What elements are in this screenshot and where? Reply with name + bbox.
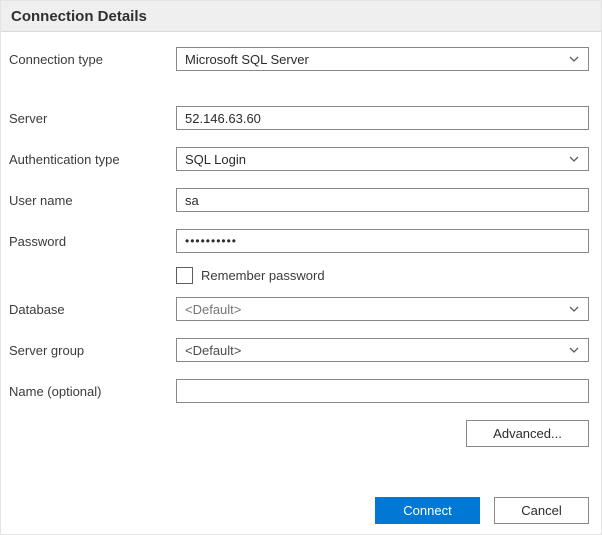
- name-optional-input[interactable]: [176, 379, 589, 403]
- server-group-dropdown[interactable]: <Default>: [176, 338, 589, 362]
- password-label: Password: [9, 233, 67, 249]
- row-name-optional: Name (optional): [9, 379, 589, 403]
- row-server-group: Server group <Default>: [9, 338, 589, 362]
- chevron-down-icon: [568, 303, 580, 315]
- dialog-footer: Connect Cancel: [375, 497, 589, 524]
- user-name-input[interactable]: [176, 188, 589, 212]
- database-value: <Default>: [185, 301, 242, 317]
- row-authentication-type: Authentication type SQL Login: [9, 147, 589, 171]
- user-name-label: User name: [9, 192, 73, 208]
- dialog-header: Connection Details: [1, 1, 601, 32]
- row-server: Server: [9, 106, 589, 130]
- connection-type-value: Microsoft SQL Server: [185, 51, 309, 67]
- database-label: Database: [9, 301, 65, 317]
- database-dropdown[interactable]: <Default>: [176, 297, 589, 321]
- remember-password-row: Remember password: [176, 267, 589, 284]
- server-group-value: <Default>: [185, 342, 242, 358]
- row-connection-type: Connection type Microsoft SQL Server: [9, 47, 589, 71]
- authentication-type-dropdown[interactable]: SQL Login: [176, 147, 589, 171]
- row-user-name: User name: [9, 188, 589, 212]
- row-password: Password: [9, 229, 589, 253]
- server-group-label: Server group: [9, 342, 85, 358]
- connection-details-dialog: Connection Details Connection type Micro…: [0, 0, 602, 535]
- connect-button[interactable]: Connect: [375, 497, 480, 524]
- advanced-button[interactable]: Advanced...: [466, 420, 589, 447]
- row-database: Database <Default>: [9, 297, 589, 321]
- password-input[interactable]: [176, 229, 589, 253]
- authentication-type-value: SQL Login: [185, 151, 246, 167]
- remember-password-label: Remember password: [201, 268, 325, 283]
- authentication-type-label: Authentication type: [9, 151, 120, 167]
- server-input[interactable]: [176, 106, 589, 130]
- dialog-title: Connection Details: [11, 7, 147, 25]
- connection-type-label: Connection type: [9, 51, 103, 67]
- name-optional-label: Name (optional): [9, 383, 102, 399]
- server-label: Server: [9, 110, 48, 126]
- chevron-down-icon: [568, 53, 580, 65]
- chevron-down-icon: [568, 153, 580, 165]
- remember-password-checkbox[interactable]: [176, 267, 193, 284]
- cancel-button[interactable]: Cancel: [494, 497, 589, 524]
- advanced-row: Advanced...: [9, 420, 589, 447]
- chevron-down-icon: [568, 344, 580, 356]
- connection-form: Connection type Microsoft SQL Server Ser…: [1, 32, 601, 447]
- connection-type-dropdown[interactable]: Microsoft SQL Server: [176, 47, 589, 71]
